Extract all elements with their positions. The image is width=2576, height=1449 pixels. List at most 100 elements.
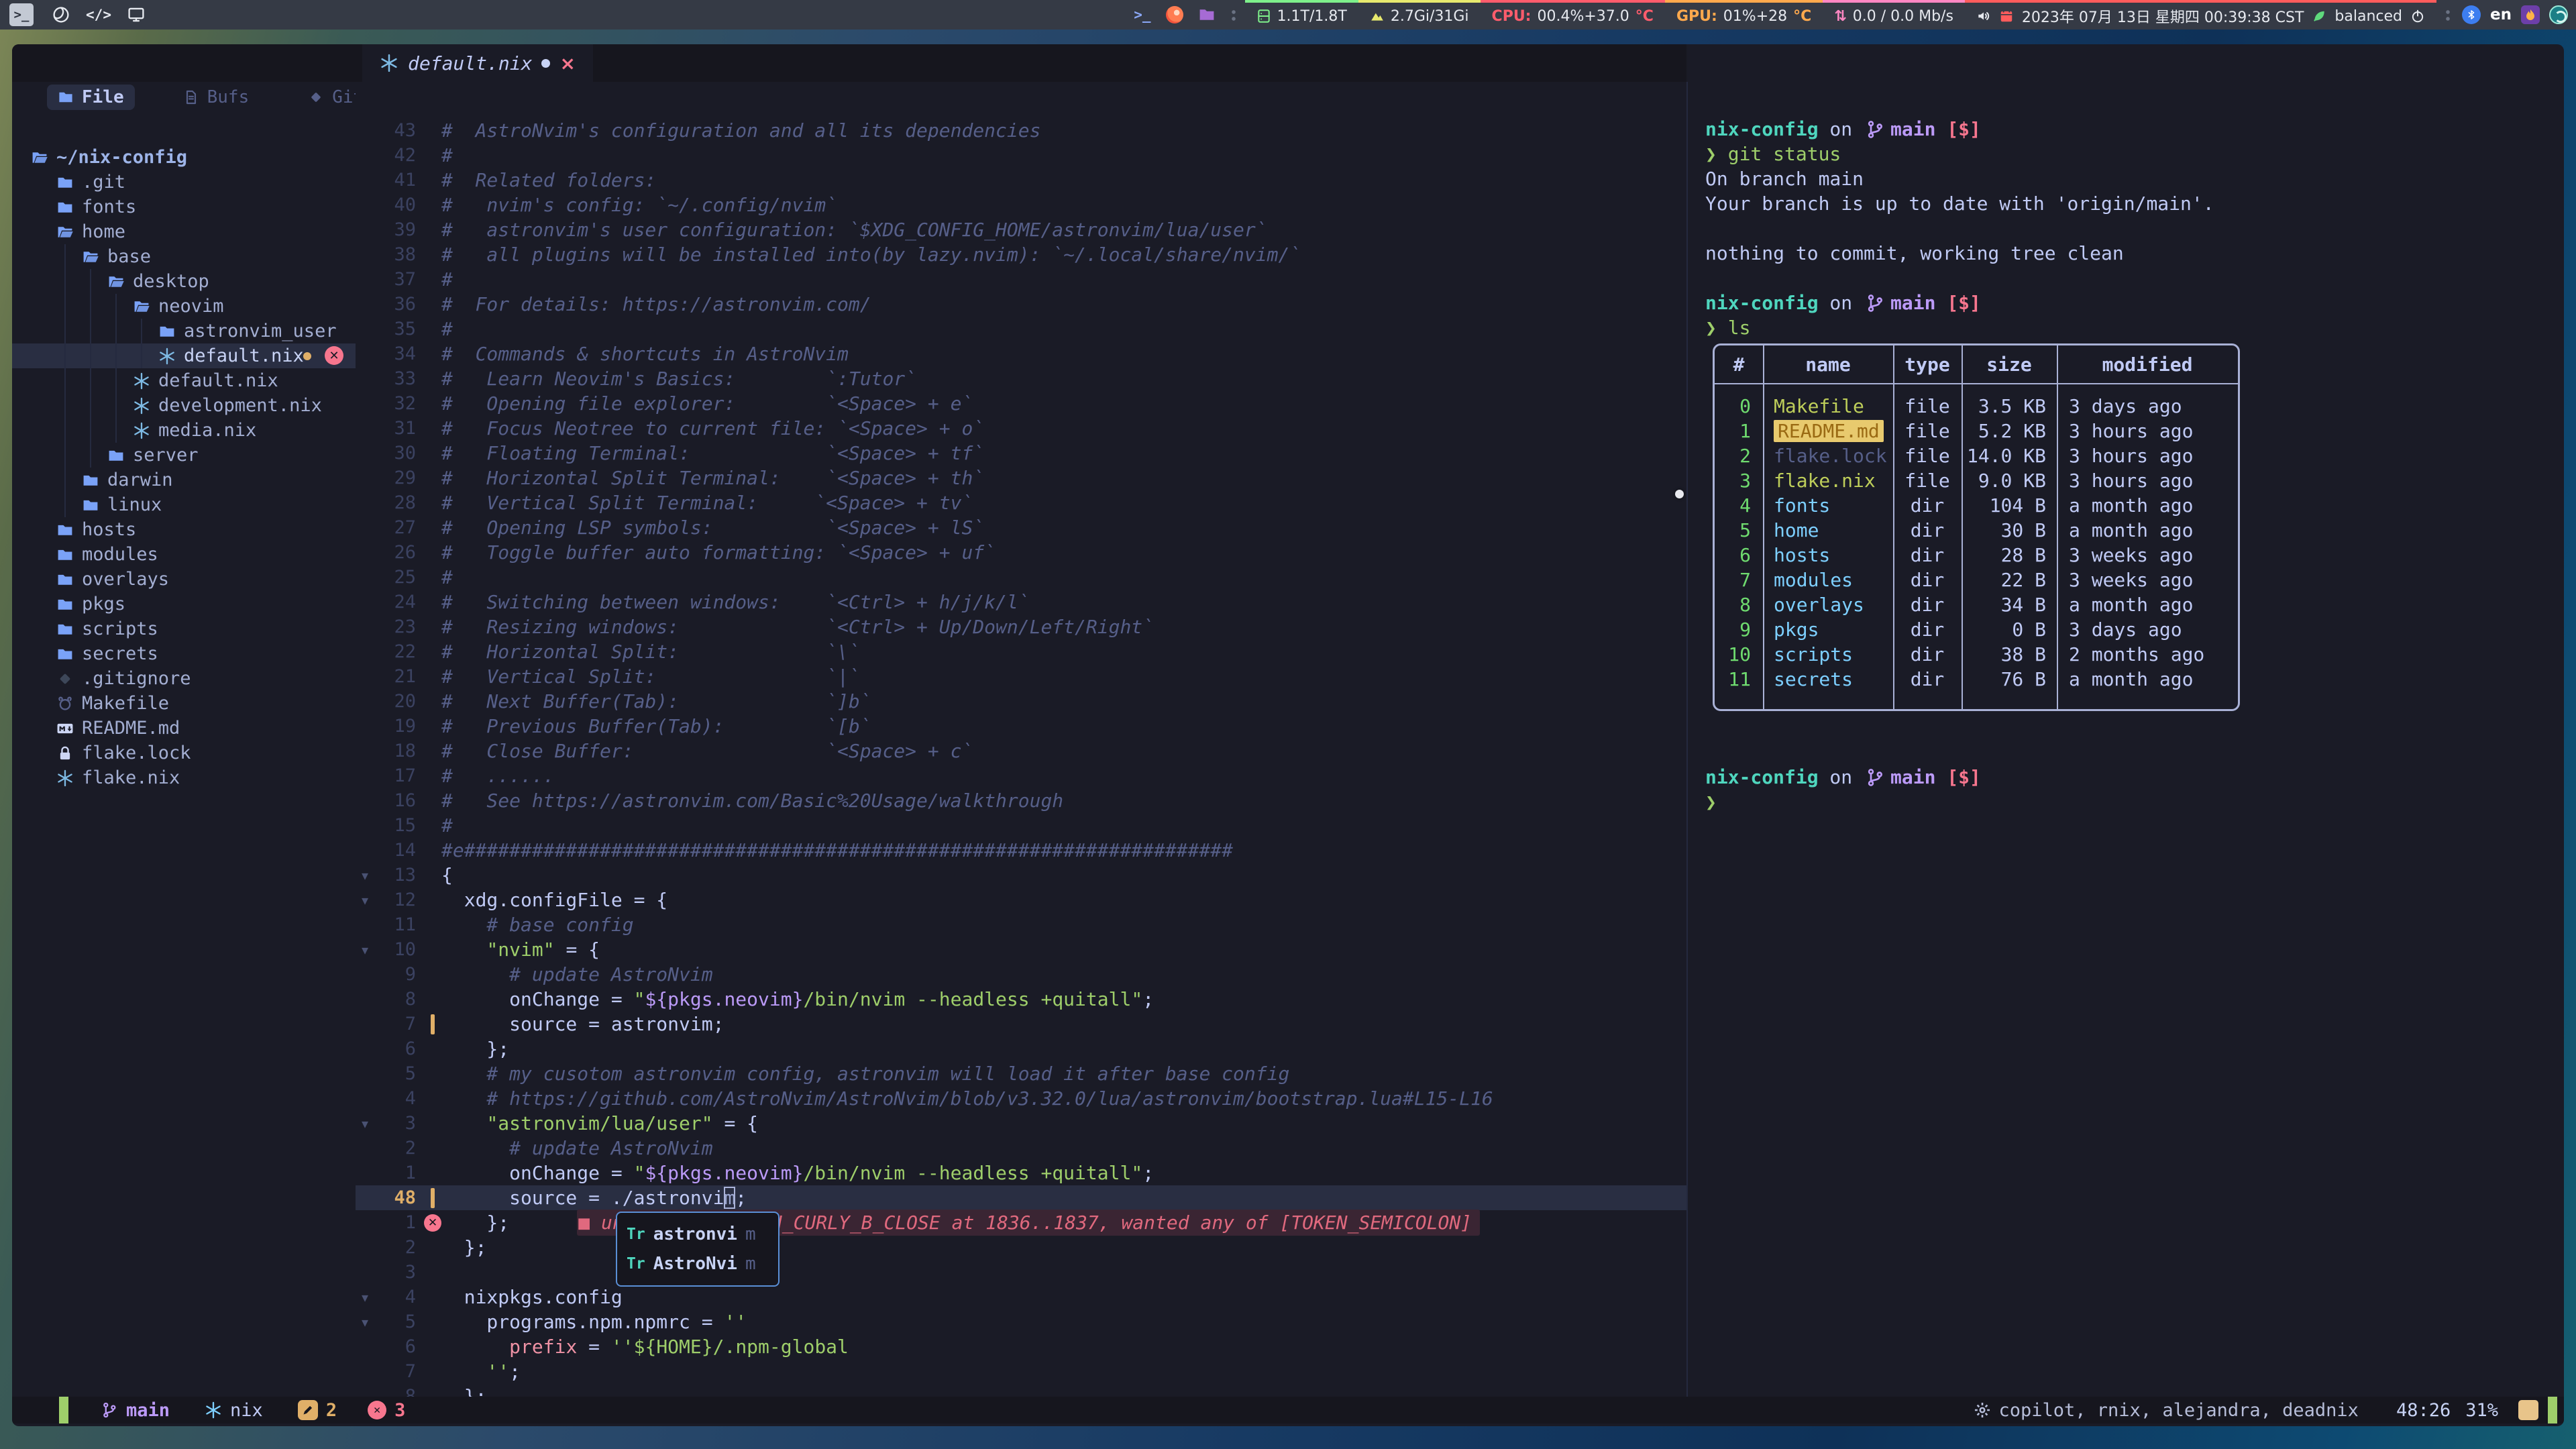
- folder-icon: [58, 89, 74, 105]
- tree-item-.git[interactable]: .git: [12, 170, 356, 195]
- tree-item-default.nix[interactable]: default.nix: [12, 368, 356, 393]
- tree-item-README.md[interactable]: README.md: [12, 716, 356, 741]
- tree-item-default.nix[interactable]: default.nix✕: [12, 343, 356, 368]
- tree-item-linux[interactable]: linux: [12, 492, 356, 517]
- fold-chevron-icon[interactable]: ▾: [356, 892, 374, 908]
- tree-item-overlays[interactable]: overlays: [12, 567, 356, 592]
- editor-line: 40# nvim's config: `~/.config/nvim`: [356, 193, 1686, 217]
- tree-item-astronvim_user[interactable]: astronvim_user: [12, 319, 356, 343]
- statusline-git-branch[interactable]: main: [101, 1400, 170, 1421]
- tree-item-label: default.nix: [158, 370, 278, 391]
- editor-line: 8 };: [356, 1384, 1686, 1397]
- tab-git[interactable]: Git: [297, 85, 356, 110]
- tree-item-modules[interactable]: modules: [12, 542, 356, 567]
- tree-item-server[interactable]: server: [12, 443, 356, 468]
- power-icon[interactable]: [2410, 9, 2425, 23]
- line-number: 39: [374, 219, 424, 240]
- line-number: 6: [374, 1336, 424, 1357]
- tree-item-label: home: [82, 221, 125, 242]
- tree-item-Makefile[interactable]: Makefile: [12, 691, 356, 716]
- editor-line: 23# Resizing windows: `<Ctrl> + Up/Down/…: [356, 614, 1686, 639]
- tab-bufs[interactable]: Bufs: [172, 85, 260, 110]
- tree-item-label: ~/nix-config: [56, 147, 187, 168]
- tree-item-label: scripts: [82, 619, 158, 639]
- workspace-terminal-icon[interactable]: >_: [9, 3, 34, 26]
- taskbar-terminal-icon[interactable]: >_: [1134, 7, 1150, 23]
- tree-item-label: media.nix: [158, 420, 256, 441]
- workspace-code-icon[interactable]: </>: [89, 5, 109, 25]
- table-cell: 5: [1715, 518, 1763, 543]
- tree-item-.gitignore[interactable]: .gitignore: [12, 666, 356, 691]
- completion-item-astronvim[interactable]: Trastronvim: [617, 1220, 778, 1249]
- editor-line: 17# ......: [356, 763, 1686, 788]
- taskbar-firefox-icon[interactable]: [1166, 6, 1183, 23]
- buffer-tab-default-nix[interactable]: default.nix ×: [362, 44, 593, 82]
- table-header-name: name: [1763, 345, 1893, 383]
- sign-column: [424, 1014, 441, 1034]
- table-cell: 34 B: [1962, 592, 2057, 617]
- tree-item-flake.lock[interactable]: flake.lock: [12, 741, 356, 765]
- fold-chevron-icon[interactable]: ▾: [356, 1289, 374, 1305]
- tree-item-desktop[interactable]: desktop: [12, 269, 356, 294]
- tree-item-scripts[interactable]: scripts: [12, 616, 356, 641]
- tree-item-hosts[interactable]: hosts: [12, 517, 356, 542]
- folder-icon: [82, 496, 99, 514]
- mode-indicator-left: [59, 1397, 68, 1424]
- table-cell: 30 B: [1962, 518, 2057, 543]
- table-cell: modules: [1763, 568, 1893, 592]
- tree-item-home[interactable]: home: [12, 219, 356, 244]
- flameshot-tray-icon[interactable]: [2521, 5, 2540, 24]
- system-tray: en: [2459, 0, 2576, 30]
- tree-item-pkgs[interactable]: pkgs: [12, 592, 356, 616]
- fold-chevron-icon[interactable]: ▾: [356, 942, 374, 958]
- indent-guide: [90, 319, 91, 343]
- nix-icon: [56, 769, 74, 787]
- terminal-line: nix-config on main [$]: [1705, 290, 1981, 315]
- memory-value: 2.7Gi/31Gi: [1391, 8, 1469, 25]
- line-number: 3: [374, 1262, 424, 1283]
- completion-item-AstroNvim[interactable]: TrAstroNvim: [617, 1249, 778, 1279]
- code-editor[interactable]: 43# AstroNvim's configuration and all it…: [356, 82, 1686, 1397]
- folder-icon: [158, 323, 176, 340]
- network-arrows-icon: ⇅: [1834, 8, 1846, 25]
- line-number: 42: [374, 145, 424, 166]
- fold-chevron-icon[interactable]: ▾: [356, 867, 374, 883]
- volume-icon[interactable]: [1976, 9, 1991, 23]
- tree-item-base[interactable]: base: [12, 244, 356, 269]
- terminal-pane[interactable]: nix-config on main [$]❯ git statusOn bra…: [1688, 82, 2564, 1397]
- app-tray-icon[interactable]: [2549, 5, 2568, 24]
- tree-item-label: flake.lock: [82, 743, 191, 763]
- tree-item-~/nix-config[interactable]: ~/nix-config: [12, 145, 356, 170]
- line-number: 29: [374, 468, 424, 488]
- workspace-browser-icon[interactable]: [51, 5, 71, 25]
- tree-item-darwin[interactable]: darwin: [12, 468, 356, 492]
- editor-line: 4 # https://github.com/AstroNvim/AstroNv…: [356, 1086, 1686, 1111]
- tab-file[interactable]: File: [47, 85, 135, 110]
- table-cell: secrets: [1763, 667, 1893, 692]
- table-cell: 2 months ago: [2057, 642, 2238, 667]
- tree-item-flake.nix[interactable]: flake.nix: [12, 765, 356, 790]
- tree-item-media.nix[interactable]: media.nix: [12, 418, 356, 443]
- fold-chevron-icon[interactable]: ▾: [356, 1314, 374, 1330]
- fold-chevron-icon[interactable]: ▾: [356, 1116, 374, 1132]
- table-cell: flake.lock: [1763, 443, 1893, 468]
- tree-item-secrets[interactable]: secrets: [12, 641, 356, 666]
- taskbar-files-icon[interactable]: [1198, 6, 1216, 23]
- tree-item-neovim[interactable]: neovim: [12, 294, 356, 319]
- editor-line: 6 prefix = ''${HOME}/.npm-global: [356, 1334, 1686, 1359]
- table-cell: 2: [1715, 443, 1763, 468]
- indent-guide: [141, 343, 142, 368]
- tree-item-fonts[interactable]: fonts: [12, 195, 356, 219]
- error-sign: ✕: [424, 1214, 441, 1232]
- line-number: 33: [374, 368, 424, 389]
- close-buffer-icon[interactable]: ×: [559, 52, 575, 74]
- table-cell: 3 weeks ago: [2057, 543, 2238, 568]
- editor-line: 28# Vertical Split Terminal: `<Space> + …: [356, 490, 1686, 515]
- table-cell: 3 weeks ago: [2057, 568, 2238, 592]
- input-method-indicator[interactable]: en: [2490, 6, 2512, 23]
- tree-item-development.nix[interactable]: development.nix: [12, 393, 356, 418]
- terminal-window: default.nix × File Bufs Git ~/nix-config…: [12, 44, 2564, 1426]
- nix-icon: [133, 397, 150, 415]
- bluetooth-icon[interactable]: [2462, 5, 2481, 24]
- workspace-monitor-icon[interactable]: [126, 5, 146, 25]
